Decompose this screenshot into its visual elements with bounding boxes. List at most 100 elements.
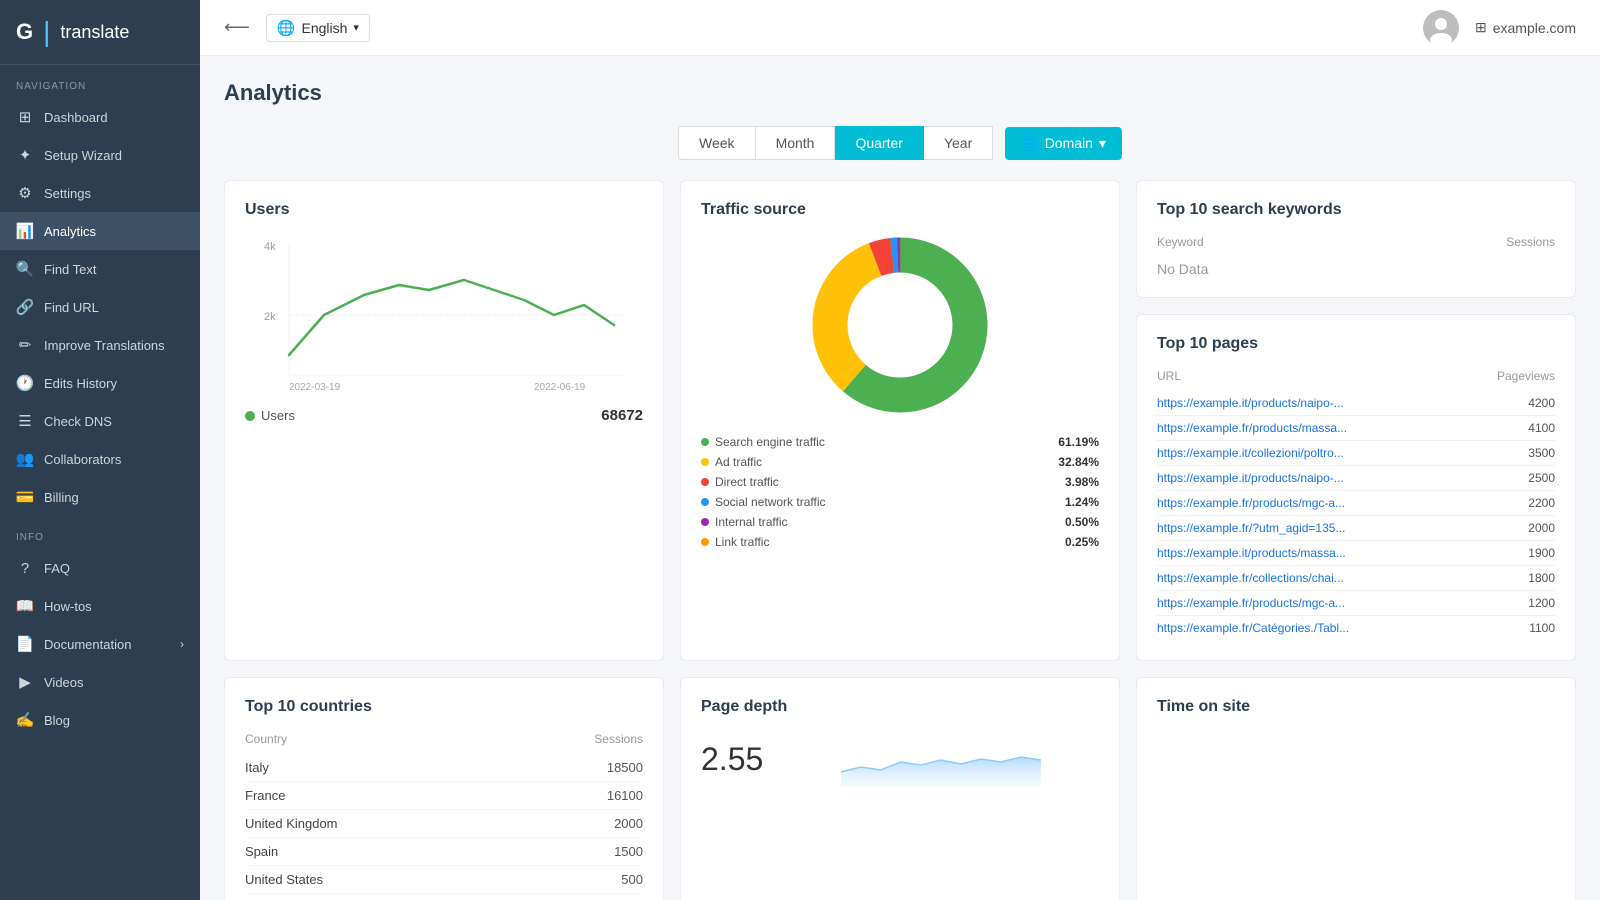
sidebar-item-find-text[interactable]: 🔍 Find Text — [0, 250, 200, 288]
direct-traffic-label: Direct traffic — [715, 475, 779, 489]
table-row: https://example.fr/products/massa... 410… — [1157, 416, 1555, 441]
search-engine-pct: 61.19% — [1058, 435, 1099, 449]
sidebar-item-check-dns[interactable]: ☰ Check DNS — [0, 402, 200, 440]
page-url-link[interactable]: https://example.it/products/massa... — [1157, 546, 1346, 560]
user-avatar[interactable] — [1423, 10, 1459, 46]
social-traffic-pct: 1.24% — [1065, 495, 1099, 509]
sidebar-item-label: Videos — [44, 675, 84, 690]
sidebar-item-label: Check DNS — [44, 414, 112, 429]
find-text-icon: 🔍 — [16, 260, 34, 278]
main-area: ⟵ 🌐 English ▾ ⊞ example.com Analytics We… — [200, 0, 1600, 900]
topbar: ⟵ 🌐 English ▾ ⊞ example.com — [200, 0, 1600, 56]
domain-button[interactable]: 🌐 Domain ▾ — [1005, 127, 1122, 160]
sidebar-item-dashboard[interactable]: ⊞ Dashboard — [0, 98, 200, 136]
sidebar-item-label: Blog — [44, 713, 70, 728]
top-pages-title: Top 10 pages — [1157, 335, 1555, 353]
table-row: https://example.fr/products/mgc-a... 120… — [1157, 591, 1555, 616]
page-depth-card: Page depth 2.55 — [680, 677, 1120, 900]
country-sessions: 2000 — [614, 816, 643, 831]
country-name: United States — [245, 872, 323, 887]
sidebar-item-blog[interactable]: ✍ Blog — [0, 701, 200, 739]
back-button[interactable]: ⟵ — [224, 17, 250, 38]
sidebar-item-improve-translations[interactable]: ✏ Improve Translations — [0, 326, 200, 364]
link-traffic-dot — [701, 538, 709, 546]
page-url-link[interactable]: https://example.fr/?utm_agid=135... — [1157, 521, 1345, 535]
sidebar-item-find-url[interactable]: 🔗 Find URL — [0, 288, 200, 326]
page-url-link[interactable]: https://example.fr/products/mgc-a... — [1157, 596, 1345, 610]
page-views-value: 4200 — [1528, 396, 1555, 410]
sidebar-item-label: Collaborators — [44, 452, 121, 467]
page-depth-title: Page depth — [701, 698, 1099, 716]
videos-icon: ▶ — [16, 673, 34, 691]
table-row: https://example.it/products/massa... 190… — [1157, 541, 1555, 566]
page-url-link[interactable]: https://example.it/products/naipo-... — [1157, 471, 1344, 485]
sidebar-logo: G | translate — [0, 0, 200, 65]
page-views-value: 1800 — [1528, 571, 1555, 585]
country-sessions: 1500 — [614, 844, 643, 859]
analytics-icon: 📊 — [16, 222, 34, 240]
link-traffic-label: Link traffic — [715, 535, 769, 549]
logo-text: translate — [60, 22, 129, 43]
domain-display: ⊞ example.com — [1475, 19, 1576, 36]
chevron-down-small-icon: ▾ — [1099, 135, 1106, 152]
tab-week[interactable]: Week — [678, 126, 756, 160]
pages-header: URL Pageviews — [1157, 369, 1555, 383]
page-views-value: 2500 — [1528, 471, 1555, 485]
sidebar-item-settings[interactable]: ⚙ Settings — [0, 174, 200, 212]
table-row: https://example.fr/Catégories./Tabl... 1… — [1157, 616, 1555, 640]
chevron-right-icon: › — [180, 637, 184, 651]
tab-month[interactable]: Month — [756, 126, 836, 160]
tab-year[interactable]: Year — [924, 126, 993, 160]
depth-chart — [783, 732, 1099, 787]
ad-traffic-dot — [701, 458, 709, 466]
page-views-value: 3500 — [1528, 446, 1555, 460]
svg-text:4k: 4k — [264, 241, 276, 253]
sidebar-item-edits-history[interactable]: 🕐 Edits History — [0, 364, 200, 402]
check-dns-icon: ☰ — [16, 412, 34, 430]
page-url-link[interactable]: https://example.fr/Catégories./Tabl... — [1157, 621, 1349, 635]
direct-traffic-pct: 3.98% — [1065, 475, 1099, 489]
sidebar-item-label: Find Text — [44, 262, 97, 277]
direct-traffic-dot — [701, 478, 709, 486]
language-selector[interactable]: 🌐 English ▾ — [266, 14, 370, 42]
dashboard-icon: ⊞ — [16, 108, 34, 126]
page-url-link[interactable]: https://example.it/products/naipo-... — [1157, 396, 1344, 410]
sidebar-item-label: Setup Wizard — [44, 148, 122, 163]
sidebar-item-documentation[interactable]: 📄 Documentation › — [0, 625, 200, 663]
globe-icon: 🌐 — [277, 19, 296, 37]
traffic-item-link: Link traffic 0.25% — [701, 535, 1099, 549]
sidebar-item-label: Dashboard — [44, 110, 108, 125]
sidebar-item-setup-wizard[interactable]: ✦ Setup Wizard — [0, 136, 200, 174]
sidebar-item-billing[interactable]: 💳 Billing — [0, 478, 200, 516]
table-row: https://example.it/collezioni/poltro... … — [1157, 441, 1555, 466]
page-url-link[interactable]: https://example.fr/products/massa... — [1157, 421, 1347, 435]
sidebar-item-videos[interactable]: ▶ Videos — [0, 663, 200, 701]
page-views-value: 2200 — [1528, 496, 1555, 510]
traffic-legend: Search engine traffic 61.19% Ad traffic … — [701, 435, 1099, 549]
sidebar-item-faq[interactable]: ? FAQ — [0, 549, 200, 587]
pageviews-col-header: Pageviews — [1497, 369, 1555, 383]
page-url-link[interactable]: https://example.it/collezioni/poltro... — [1157, 446, 1344, 460]
users-card-title: Users — [245, 201, 643, 219]
no-data-text: No Data — [1157, 261, 1555, 277]
page-url-link[interactable]: https://example.fr/products/mgc-a... — [1157, 496, 1345, 510]
countries-card: Top 10 countries Country Sessions Italy … — [224, 677, 664, 900]
billing-icon: 💳 — [16, 488, 34, 506]
table-row: United States 500 — [245, 866, 643, 894]
language-label: English — [302, 20, 348, 36]
keywords-title: Top 10 search keywords — [1157, 201, 1555, 219]
table-row: France 16100 — [245, 782, 643, 810]
tab-quarter[interactable]: Quarter — [835, 126, 923, 160]
sidebar-item-analytics[interactable]: 📊 Analytics — [0, 212, 200, 250]
setup-wizard-icon: ✦ — [16, 146, 34, 164]
country-col-header: Country — [245, 732, 287, 746]
top-pages-card: Top 10 pages URL Pageviews https://examp… — [1136, 314, 1576, 661]
improve-translations-icon: ✏ — [16, 336, 34, 354]
svg-text:2k: 2k — [264, 311, 276, 323]
page-url-link[interactable]: https://example.fr/collections/chai... — [1157, 571, 1344, 585]
table-row: https://example.fr/?utm_agid=135... 2000 — [1157, 516, 1555, 541]
sidebar-item-how-tos[interactable]: 📖 How-tos — [0, 587, 200, 625]
sidebar-item-label: Billing — [44, 490, 79, 505]
period-tabs: Week Month Quarter Year 🌐 Domain ▾ — [224, 126, 1576, 160]
sidebar-item-collaborators[interactable]: 👥 Collaborators — [0, 440, 200, 478]
